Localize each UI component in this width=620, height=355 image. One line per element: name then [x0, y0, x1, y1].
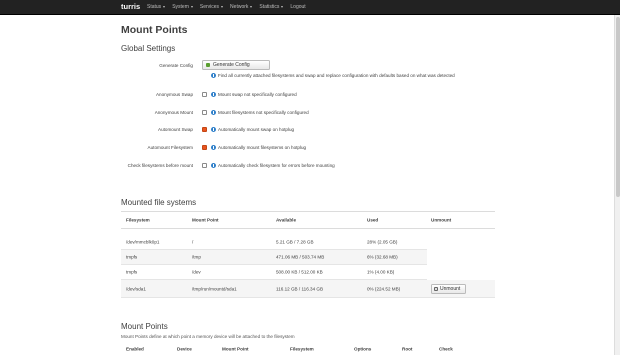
menu-logout-label: Logout — [290, 4, 306, 10]
info-icon — [211, 145, 216, 150]
menu-statistics-label: Statistics — [259, 4, 280, 10]
menu-network[interactable]: Network — [230, 4, 253, 10]
cell-used: 1% (4.00 KB) — [367, 269, 395, 275]
anonymous-swap-checkbox[interactable] — [202, 92, 207, 97]
mounted-filesystems-title: Mounted file systems — [121, 198, 197, 207]
cell-available: 471.06 MB / 503.74 MB — [276, 254, 325, 260]
anonymous-mount-label: Anonymous Mount — [154, 110, 193, 115]
generate-config-help: Find all currently attached filesystems … — [211, 73, 455, 78]
col-root: Root — [402, 346, 413, 351]
mount-points-title: Mount Points — [121, 322, 168, 331]
menu-network-label: Network — [230, 4, 249, 10]
info-icon — [211, 92, 216, 97]
col-check: Check — [439, 346, 453, 351]
menu-status[interactable]: Status — [147, 4, 166, 10]
chevron-down-icon — [221, 6, 224, 8]
automount-filesystem-help-text: Automatically mount filesystems on hotpl… — [218, 145, 307, 150]
col-unmount: Unmount — [431, 217, 452, 223]
anonymous-swap-help: Mount swap not specifically configured — [211, 92, 297, 97]
automount-swap-label: Automount Swap — [158, 127, 193, 132]
chevron-down-icon — [163, 6, 166, 8]
check-filesystems-help: Automatically check filesystem for error… — [211, 163, 335, 168]
cell-mount-point: / — [192, 239, 194, 245]
col-available: Available — [276, 217, 297, 223]
check-filesystems-help-text: Automatically check filesystem for error… — [218, 163, 335, 168]
anonymous-mount-help-text: Mount filesystems not specifically confi… — [218, 110, 309, 115]
mounted-filesystems-table: Filesystem Mount Point Available Used Un… — [121, 211, 495, 301]
table-row: tmpfs /tmp 471.06 MB / 503.74 MB 6% (32.… — [121, 250, 427, 265]
check-filesystems-label: Check filesystems before mount — [127, 163, 193, 168]
info-icon — [211, 127, 216, 132]
col-filesystem: Filesystem — [290, 346, 314, 351]
menu-system[interactable]: System — [172, 4, 193, 10]
top-navbar: turris Status System Services Network St… — [0, 0, 620, 15]
anonymous-swap-help-text: Mount swap not specifically configured — [218, 92, 297, 97]
anonymous-mount-help: Mount filesystems not specifically confi… — [211, 110, 309, 115]
check-filesystems-checkbox[interactable] — [202, 163, 207, 168]
automount-filesystem-help: Automatically mount filesystems on hotpl… — [211, 145, 306, 150]
main-menu: Status System Services Network Statistic… — [147, 4, 313, 10]
unmount-button-label: Unmount — [440, 286, 461, 292]
cell-used: 28% (2.05 GB) — [367, 239, 398, 245]
table-row: /dev/sda1 /tmp/run/mountd/sda1 116.12 GB… — [121, 280, 495, 298]
generate-config-help-text: Find all currently attached filesystems … — [218, 73, 455, 78]
cell-used: 6% (32.68 MB) — [367, 254, 398, 260]
chevron-down-icon — [281, 6, 284, 8]
menu-logout[interactable]: Logout — [290, 4, 305, 10]
page-scrollbar[interactable] — [614, 15, 620, 355]
cell-filesystem: /dev/mmcblk0p1 — [126, 239, 160, 245]
scrollbar-thumb[interactable] — [616, 17, 620, 197]
automount-swap-help: Automatically mount swap on hotplug — [211, 127, 294, 132]
info-icon — [211, 110, 216, 115]
cell-mount-point: /tmp/run/mountd/sda1 — [192, 286, 237, 291]
automount-filesystem-label: Automount Filesystem — [147, 145, 193, 150]
info-icon — [211, 163, 216, 168]
eject-icon — [434, 287, 438, 291]
automount-swap-help-text: Automatically mount swap on hotplug — [218, 127, 295, 132]
table-header: Enabled Device Mount Point Filesystem Op… — [121, 342, 495, 355]
cell-mount-point: /tmp — [192, 254, 201, 260]
global-settings-title: Global Settings — [121, 44, 176, 53]
page-title: Mount Points — [121, 24, 188, 36]
mount-points-description: Mount Points define at which point a mem… — [121, 334, 295, 339]
generate-config-button[interactable]: Generate Config — [202, 60, 270, 70]
brand-logo[interactable]: turris — [121, 2, 140, 11]
unmount-button[interactable]: Unmount — [431, 284, 466, 294]
generate-icon — [206, 63, 210, 67]
cell-mount-point: /dev — [192, 269, 201, 275]
table-row: /dev/mmcblk0p1 / 5.21 GB / 7.28 GB 28% (… — [121, 235, 427, 250]
col-enabled: Enabled — [126, 346, 144, 351]
menu-statistics[interactable]: Statistics — [259, 4, 284, 10]
col-device: Device — [177, 346, 192, 351]
cell-filesystem: tmpfs — [126, 254, 138, 260]
col-mount-point: Mount Point — [192, 217, 219, 223]
menu-system-label: System — [172, 4, 189, 10]
table-header: Filesystem Mount Point Available Used Un… — [121, 212, 495, 229]
cell-available: 5.21 GB / 7.28 GB — [276, 239, 314, 245]
cell-available: 508.00 KB / 512.00 KB — [276, 269, 323, 275]
col-mount-point: Mount Point — [222, 346, 249, 351]
cell-used: 0% (224.52 MB) — [367, 286, 401, 291]
table-row: tmpfs /dev 508.00 KB / 512.00 KB 1% (4.0… — [121, 265, 427, 280]
col-filesystem: Filesystem — [126, 217, 150, 223]
col-options: Options — [354, 346, 372, 351]
anonymous-mount-checkbox[interactable] — [202, 110, 207, 115]
menu-services[interactable]: Services — [199, 4, 224, 10]
generate-config-button-label: Generate Config — [213, 62, 250, 68]
cell-filesystem: tmpfs — [126, 269, 138, 275]
cell-filesystem: /dev/sda1 — [126, 286, 146, 291]
col-used: Used — [367, 217, 379, 223]
menu-services-label: Services — [199, 4, 220, 10]
chevron-down-icon — [250, 6, 253, 8]
cell-available: 116.12 GB / 116.34 GB — [276, 286, 324, 291]
menu-status-label: Status — [147, 4, 162, 10]
automount-swap-checkbox[interactable] — [202, 127, 207, 132]
generate-config-label: Generate Config — [159, 63, 193, 68]
anonymous-swap-label: Anonymous Swap — [155, 92, 193, 97]
automount-filesystem-checkbox[interactable] — [202, 145, 207, 150]
chevron-down-icon — [190, 6, 193, 8]
info-icon — [211, 73, 216, 78]
mount-points-table: Enabled Device Mount Point Filesystem Op… — [121, 342, 495, 355]
